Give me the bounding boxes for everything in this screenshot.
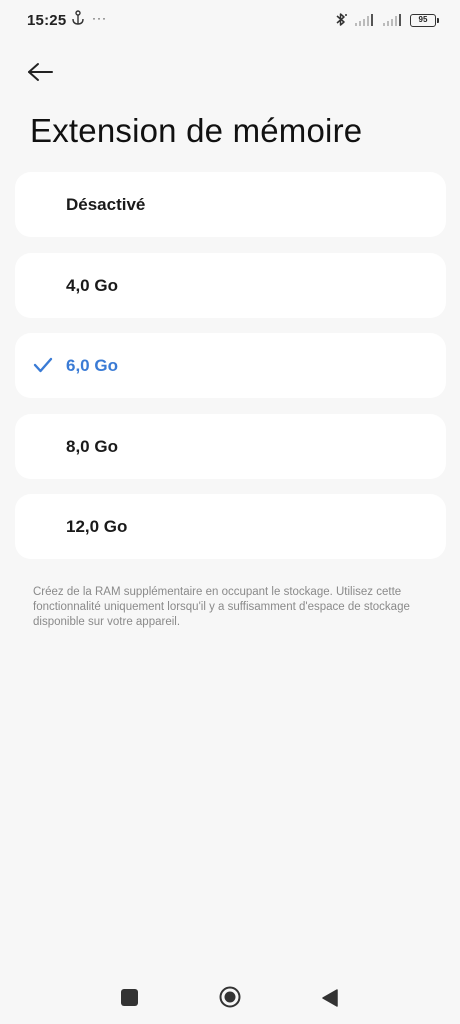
- option-label: Désactivé: [66, 195, 146, 214]
- option-label: 8,0 Go: [66, 436, 118, 456]
- option-label: 4,0 Go: [66, 275, 118, 295]
- battery-level: 95: [418, 15, 428, 24]
- option-4gb[interactable]: 4,0 Go: [15, 252, 446, 318]
- page-title: Extension de mémoire: [30, 112, 363, 149]
- checkmark-icon: [33, 357, 53, 373]
- description-text: Créez de la RAM supplémentaire en occupa…: [33, 586, 410, 628]
- option-label: 12,0 Go: [66, 517, 128, 536]
- navigation-bar: [0, 975, 460, 1019]
- more-icon: ···: [92, 11, 107, 25]
- screen: 15:25 ··· 95 Extension de mémoire Désact…: [0, 0, 460, 1024]
- bluetooth-icon: [336, 13, 347, 26]
- option-disabled[interactable]: Désactivé: [15, 172, 446, 237]
- signal-1-icon: [355, 14, 373, 26]
- status-icons: 95: [334, 10, 439, 30]
- option-label: 6,0 Go: [66, 356, 118, 375]
- option-6gb[interactable]: 6,0 Go: [15, 333, 446, 398]
- anchor-icon: [72, 10, 84, 25]
- home-button[interactable]: [219, 986, 241, 1008]
- option-8gb[interactable]: 8,0 Go: [15, 413, 446, 479]
- back-button[interactable]: [26, 55, 66, 89]
- status-time: 15:25: [27, 12, 67, 29]
- signal-2-icon: [383, 14, 401, 26]
- arrow-left-icon: [28, 63, 53, 81]
- battery-icon: 95: [410, 13, 439, 27]
- option-12gb[interactable]: 12,0 Go: [15, 494, 446, 559]
- recent-apps-button[interactable]: [121, 989, 138, 1006]
- status-bar: 15:25 ··· 95: [0, 0, 460, 44]
- options-list: Désactivé 4,0 Go 6,0 Go 8,0 Go 12,0 Go: [15, 172, 446, 575]
- nav-back-button[interactable]: [321, 988, 339, 1008]
